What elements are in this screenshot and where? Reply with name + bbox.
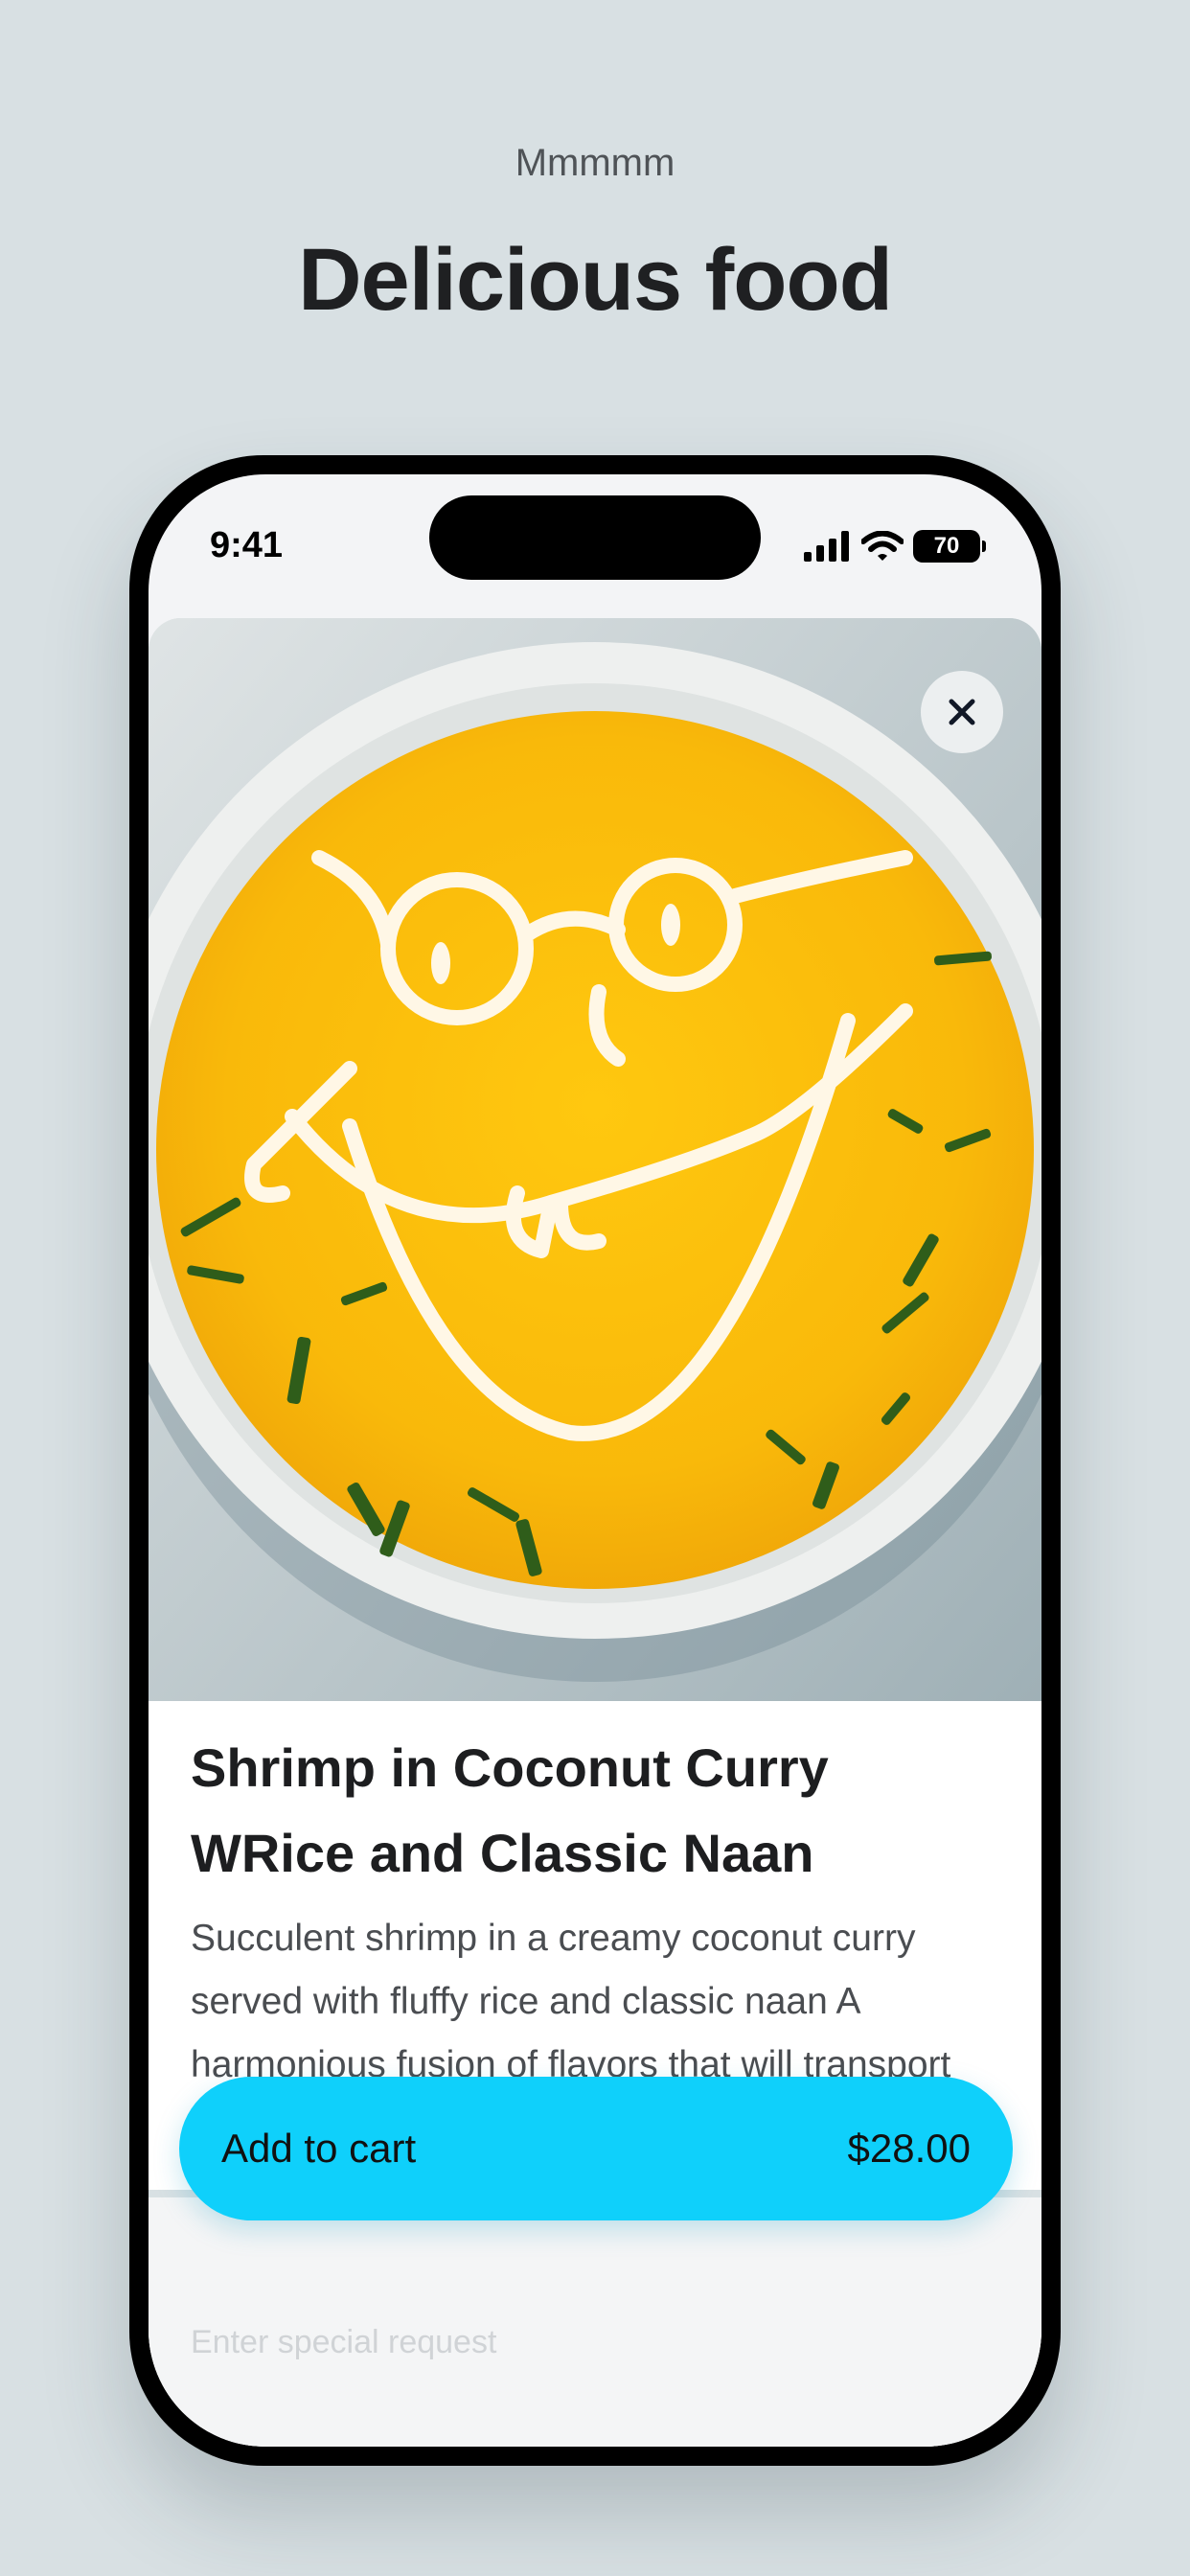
item-title: Shrimp in Coconut Curry WRice and Classi… (191, 1737, 829, 1883)
special-request-input[interactable] (191, 2324, 976, 2361)
dynamic-island (429, 495, 761, 580)
phone-frame: 9:41 70 Shrimp in Coconut Curry WRice an… (129, 455, 1061, 2466)
add-to-cart-button[interactable]: Add to cart $28.00 (179, 2077, 1013, 2220)
special-request-section (149, 2190, 1041, 2447)
cart-price: $28.00 (847, 2126, 971, 2171)
close-button[interactable] (921, 671, 1003, 753)
page: Mmmmm Delicious food 9:41 70 Shrimp in C… (0, 0, 1190, 2576)
add-to-cart-label: Add to cart (221, 2126, 417, 2171)
close-icon (949, 699, 975, 725)
status-bar: 9:41 70 (149, 474, 1041, 618)
food-photo-soup-bowl (149, 618, 1041, 1701)
status-time: 9:41 (210, 525, 284, 565)
status-icons: 70 (804, 530, 986, 563)
battery-icon: 70 (913, 530, 986, 563)
battery-level: 70 (933, 533, 960, 559)
page-title: Delicious food (298, 231, 893, 329)
eyebrow-text: Mmmmm (515, 142, 675, 184)
wifi-icon (861, 531, 904, 561)
signal-icon (804, 531, 849, 562)
phone-screen: 9:41 70 Shrimp in Coconut Curry WRice an… (149, 474, 1041, 2447)
